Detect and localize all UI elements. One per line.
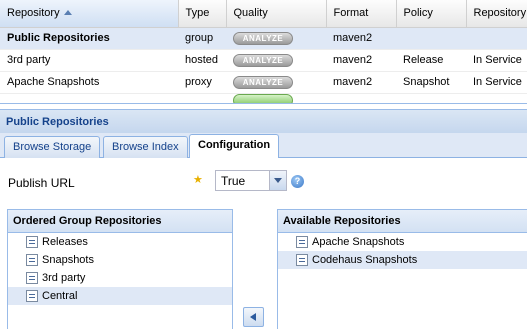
tab-configuration[interactable]: Configuration bbox=[189, 134, 280, 159]
tab-strip: Browse Storage Browse Index Configuratio… bbox=[0, 133, 527, 159]
column-header-repository[interactable]: Repository bbox=[0, 0, 179, 28]
list-item[interactable]: Releases bbox=[8, 233, 232, 251]
row-policy: Release bbox=[396, 49, 466, 72]
list-item[interactable]: Snapshots bbox=[8, 251, 232, 269]
publish-url-value: True bbox=[221, 174, 246, 188]
table-row[interactable]: Public Repositories group ANALYZE maven2 bbox=[0, 27, 527, 50]
repository-icon bbox=[26, 272, 38, 284]
table-row-partial[interactable] bbox=[0, 93, 527, 103]
row-format: maven2 bbox=[326, 71, 396, 94]
column-header-type[interactable]: Type bbox=[178, 0, 227, 28]
row-quality: ANALYZE bbox=[226, 71, 326, 94]
table-row[interactable]: 3rd party hosted ANALYZE maven2 Release … bbox=[0, 49, 527, 72]
row-status: In Service bbox=[466, 49, 527, 72]
analyze-button[interactable] bbox=[233, 93, 293, 103]
row-type: hosted bbox=[178, 49, 226, 72]
analyze-button[interactable]: ANALYZE bbox=[233, 75, 293, 89]
repository-grid: Repository Type Quality Format Policy Re… bbox=[0, 0, 527, 104]
tab-browse-index[interactable]: Browse Index bbox=[103, 136, 188, 158]
column-header-status[interactable]: Repository bbox=[466, 0, 527, 28]
table-row[interactable]: Apache Snapshots proxy ANALYZE maven2 Sn… bbox=[0, 71, 527, 94]
configuration-form: Publish URL ★ True ? Ordered Group Repos… bbox=[0, 158, 527, 329]
column-header-quality[interactable]: Quality bbox=[226, 0, 327, 28]
row-name: Public Repositories bbox=[0, 27, 178, 50]
row-status: In Service bbox=[466, 71, 527, 94]
available-repositories-list: Available Repositories Apache Snapshots … bbox=[277, 209, 527, 329]
available-repositories-title: Available Repositories bbox=[278, 210, 527, 233]
row-type: proxy bbox=[178, 71, 226, 94]
row-policy bbox=[396, 27, 466, 50]
repository-icon bbox=[26, 290, 38, 302]
row-format: maven2 bbox=[326, 27, 396, 50]
row-type: group bbox=[178, 27, 226, 50]
tab-browse-storage[interactable]: Browse Storage bbox=[4, 136, 101, 158]
ordered-group-title: Ordered Group Repositories bbox=[8, 210, 232, 233]
repository-icon bbox=[26, 236, 38, 248]
ordered-group-list: Ordered Group Repositories Releases Snap… bbox=[7, 209, 233, 329]
row-format: maven2 bbox=[326, 49, 396, 72]
repository-icon bbox=[26, 254, 38, 266]
help-icon[interactable]: ? bbox=[291, 175, 304, 188]
repository-icon bbox=[296, 254, 308, 266]
sort-ascending-icon bbox=[63, 10, 72, 16]
row-name: 3rd party bbox=[0, 49, 178, 72]
grid-header-row: Repository Type Quality Format Policy Re… bbox=[0, 0, 527, 28]
column-header-format[interactable]: Format bbox=[326, 0, 397, 28]
list-item[interactable]: 3rd party bbox=[8, 269, 232, 287]
row-status bbox=[466, 27, 527, 50]
chevron-down-icon[interactable] bbox=[269, 171, 286, 190]
list-item[interactable]: Apache Snapshots bbox=[278, 233, 527, 251]
move-left-button[interactable] bbox=[243, 307, 264, 327]
row-name: Apache Snapshots bbox=[0, 71, 178, 94]
row-policy: Snapshot bbox=[396, 71, 466, 94]
repository-icon bbox=[296, 236, 308, 248]
list-item[interactable]: Codehaus Snapshots bbox=[278, 251, 527, 269]
column-header-policy[interactable]: Policy bbox=[396, 0, 467, 28]
required-star-icon: ★ bbox=[193, 174, 203, 186]
row-quality: ANALYZE bbox=[226, 49, 326, 72]
publish-url-select[interactable]: True bbox=[215, 170, 287, 191]
publish-url-label: Publish URL bbox=[8, 176, 75, 190]
row-quality: ANALYZE bbox=[226, 27, 326, 50]
panel-title: Public Repositories bbox=[0, 109, 527, 133]
analyze-button[interactable]: ANALYZE bbox=[233, 53, 293, 67]
analyze-button[interactable]: ANALYZE bbox=[233, 31, 293, 45]
list-item[interactable]: Central bbox=[8, 287, 232, 305]
